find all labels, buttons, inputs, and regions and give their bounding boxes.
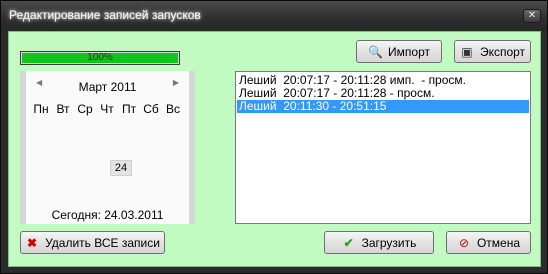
import-icon: 🔍: [368, 44, 383, 59]
close-icon: ✕: [527, 10, 537, 21]
delete-all-button-label: Удалить ВСЕ записи: [45, 235, 160, 250]
weekday-label: Вс: [165, 102, 180, 116]
load-button[interactable]: ✔ Загрузить: [324, 231, 434, 254]
export-icon: ▣: [461, 44, 473, 59]
launch-log-list[interactable]: Леший 20:07:17 - 20:11:28 имп. - просм. …: [235, 71, 531, 224]
progress-bar: 100%: [20, 51, 180, 65]
progress-label: 100%: [87, 52, 113, 63]
dialog-window: Редактирование записей запусков ✕ 100% 🔍…: [0, 0, 548, 274]
weekday-label: Пт: [121, 102, 137, 116]
cancel-icon: ⊘: [458, 235, 469, 250]
delete-icon: ✖: [27, 235, 38, 250]
window-title: Редактирование записей запусков: [9, 8, 201, 22]
export-button[interactable]: ▣ Экспорт: [454, 40, 531, 63]
load-button-label: Загрузить: [361, 235, 417, 250]
weekday-label: Сб: [143, 102, 159, 116]
calendar-weekday-header: Пн Вт Ср Чт Пт Сб Вс: [26, 102, 189, 116]
weekday-label: Чт: [100, 102, 114, 116]
cancel-button-label: Отмена: [476, 235, 521, 250]
month-calendar[interactable]: ◀ ▶ Март 2011 Пн Вт Ср Чт Пт Сб Вс 24 Се…: [20, 71, 195, 224]
title-bar[interactable]: Редактирование записей запусков ✕: [1, 1, 547, 31]
cancel-button[interactable]: ⊘ Отмена: [446, 231, 531, 254]
weekday-label: Пн: [33, 102, 49, 116]
weekday-label: Ср: [77, 102, 93, 116]
weekday-label: Вт: [56, 102, 70, 116]
close-button[interactable]: ✕: [523, 9, 541, 23]
delete-all-button[interactable]: ✖ Удалить ВСЕ записи: [20, 231, 165, 254]
import-button-label: Импорт: [388, 44, 430, 59]
calendar-month-title[interactable]: Март 2011: [26, 80, 189, 94]
dialog-client-area: 100% 🔍 Импорт ▣ Экспорт ◀ ▶ Март 2011 Пн…: [8, 31, 541, 267]
export-button-label: Экспорт: [479, 44, 526, 59]
list-item-selected[interactable]: Леший 20:11:30 - 20:51:15: [237, 100, 529, 113]
calendar-today-link[interactable]: Сегодня: 24.03.2011: [26, 208, 189, 222]
import-button[interactable]: 🔍 Импорт: [356, 40, 442, 63]
checkmark-icon: ✔: [343, 235, 354, 250]
calendar-selected-day[interactable]: 24: [110, 160, 132, 176]
